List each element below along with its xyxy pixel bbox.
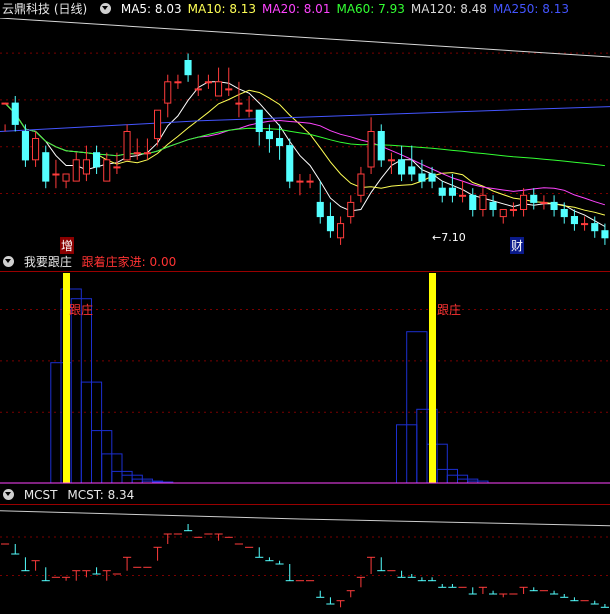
candle-body <box>550 201 558 210</box>
candle-body <box>225 88 233 91</box>
candle-body <box>143 152 151 155</box>
candle-body <box>93 152 101 168</box>
candle-body <box>255 109 263 132</box>
candle-body <box>11 102 19 125</box>
candle-body <box>367 131 375 168</box>
candle-body <box>204 81 212 84</box>
candle-body <box>326 216 334 232</box>
mcst-value-label: MCST: 8.34 <box>67 488 135 502</box>
candle-body <box>184 60 192 76</box>
ma-legend-item: MA120: 8.48 <box>410 2 487 16</box>
candle-body <box>479 194 487 211</box>
mcst-header: MCST MCST: 8.34 <box>0 486 610 504</box>
candle-body <box>276 138 284 147</box>
candle-body <box>306 180 314 183</box>
ma-legend-item: MA250: 8.13 <box>492 2 569 16</box>
mcst-title: MCST <box>23 488 58 502</box>
candle-body <box>387 159 395 162</box>
candle-body <box>530 194 538 203</box>
candle-body <box>316 201 324 218</box>
bar-label: 跟庄 <box>437 303 462 317</box>
ma-legend-item: MA5: 8.03 <box>120 2 182 16</box>
candle-body <box>570 216 579 225</box>
ma-legend-item: MA10: 8.13 <box>187 2 257 16</box>
candle-body <box>296 180 304 183</box>
candle-body <box>123 131 131 161</box>
candle-body <box>591 223 599 232</box>
candle-body <box>265 131 273 140</box>
ma120-line <box>0 18 610 58</box>
ma-legend-item: MA20: 8.01 <box>262 2 331 16</box>
candle-body <box>581 223 589 226</box>
candle-body <box>520 194 528 211</box>
candle-body <box>1 102 9 105</box>
candle-body <box>509 209 517 211</box>
candle-body <box>154 109 162 140</box>
bar-label: 跟庄 <box>69 303 94 317</box>
candle-body <box>82 159 91 175</box>
candle-body <box>194 88 202 91</box>
candle-body <box>164 81 172 104</box>
candle-body <box>235 102 243 105</box>
mcst-chart[interactable] <box>0 504 610 614</box>
candle-body <box>357 173 365 196</box>
settings-dropdown-icon[interactable] <box>3 489 14 500</box>
candle-body <box>448 187 456 196</box>
candle-body <box>428 173 436 182</box>
candle-body <box>103 159 111 182</box>
mcst-panel[interactable]: MCST MCST: 8.34 <box>0 486 610 614</box>
candle-body <box>469 194 477 211</box>
ma-legend-item: MA60: 7.93 <box>336 2 405 16</box>
candle-body <box>438 187 446 196</box>
candle-body <box>62 173 70 182</box>
price-header: 云鼎科技 (日线) MA5: 8.03 MA10: 8.13 MA20: 8.01 M… <box>0 0 610 18</box>
candle-body <box>560 209 568 218</box>
candle-body <box>52 173 60 176</box>
candle-body <box>459 194 467 197</box>
candle-body <box>174 81 182 84</box>
candlestick-chart[interactable] <box>0 18 610 252</box>
candle-body <box>499 209 507 218</box>
candle-body <box>489 201 497 210</box>
signal-bar <box>429 273 436 483</box>
candle-body <box>398 159 406 175</box>
mcst-line <box>0 510 610 527</box>
settings-dropdown-icon[interactable] <box>100 3 112 14</box>
low-annotation: ←7.10 <box>432 231 466 244</box>
candle-body <box>215 81 223 97</box>
follow-title: 我要跟庄 <box>23 255 72 269</box>
settings-dropdown-icon[interactable] <box>3 256 14 267</box>
follow-panel[interactable]: 我要跟庄 跟着庄家进: 0.00 跟庄 跟庄 <box>0 253 610 485</box>
marker-right: 财 <box>510 237 525 254</box>
candle-body <box>601 230 609 239</box>
candle-body <box>418 173 426 182</box>
stock-title: 云鼎科技 (日线) <box>2 2 88 16</box>
candle-body <box>245 109 253 112</box>
candle-body <box>32 138 40 161</box>
ma-legend: MA5: 8.03 MA10: 8.13 MA20: 8.01 MA60: 7.93 M… <box>121 2 575 16</box>
candle-body <box>72 159 80 182</box>
candle-body <box>42 152 50 182</box>
candle-body <box>21 131 29 161</box>
price-panel[interactable]: 云鼎科技 (日线) MA5: 8.03 MA10: 8.13 MA20: 8.01 M… <box>0 0 610 254</box>
candle-body <box>286 145 294 182</box>
candle-body <box>347 201 355 218</box>
follow-indicator-label: 跟着庄家进: 0.00 <box>81 255 177 269</box>
candle-body <box>540 201 548 204</box>
marker-left: 增 <box>60 237 75 254</box>
candle-body <box>377 131 385 161</box>
ma250-line <box>0 106 610 132</box>
follow-header: 我要跟庄 跟着庄家进: 0.00 <box>0 253 610 271</box>
candle-body <box>408 166 416 175</box>
candle-body <box>113 166 121 169</box>
candle-body <box>133 152 141 155</box>
candle-body <box>337 223 345 239</box>
